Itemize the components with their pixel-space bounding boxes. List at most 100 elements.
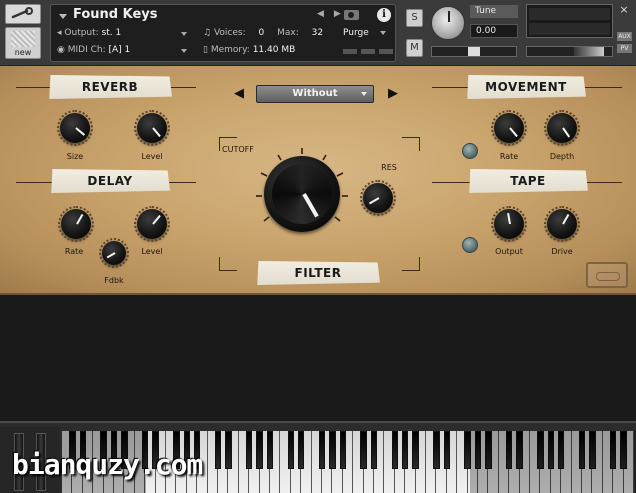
black-key[interactable] <box>391 431 398 469</box>
black-key[interactable] <box>370 431 378 469</box>
cutoff-knob[interactable] <box>256 148 348 232</box>
black-key[interactable] <box>443 431 450 469</box>
tune-knob[interactable] <box>431 6 465 40</box>
movement-title: MOVEMENT <box>467 75 586 99</box>
black-key[interactable] <box>246 431 253 469</box>
filter-frame-bl <box>219 257 237 271</box>
black-key[interactable] <box>287 431 294 469</box>
reverb-level-knob[interactable] <box>134 110 170 146</box>
output-meter-right <box>529 23 610 35</box>
memory-row: ▯ Memory: 11.40 MB <box>203 45 295 55</box>
new-label: new <box>14 48 32 57</box>
movement-rate-label: Rate <box>499 152 519 161</box>
filter-frame-tr <box>402 137 420 151</box>
volume-slider[interactable] <box>526 46 613 57</box>
level-meter-1 <box>343 49 357 54</box>
tape-title: TAPE <box>469 169 588 193</box>
delay-title: DELAY <box>51 169 170 193</box>
filter-frame-br <box>402 257 420 271</box>
delay-rate-knob[interactable] <box>58 206 94 242</box>
aux-button[interactable]: AUX <box>617 32 632 41</box>
black-key[interactable] <box>412 431 419 469</box>
delay-level-label: Level <box>141 247 163 256</box>
black-key[interactable] <box>360 431 367 469</box>
reverb-size-knob[interactable] <box>57 110 93 146</box>
black-key[interactable] <box>329 431 336 469</box>
info-icon[interactable]: i <box>377 8 391 22</box>
black-key[interactable] <box>433 431 440 469</box>
tape-drive-label: Drive <box>551 247 573 256</box>
filter-type-value: Without <box>292 88 338 99</box>
tape-output-label: Output <box>495 247 523 256</box>
midi-value: [A] 1 <box>108 45 131 55</box>
tune-value[interactable]: 0.00 <box>470 24 518 38</box>
output-icon: ◂ <box>57 28 62 38</box>
voices-value: 0 <box>258 28 265 38</box>
pv-button[interactable]: PV <box>617 44 632 53</box>
filter-type-dropdown[interactable]: Without <box>256 85 374 103</box>
output-value: st. 1 <box>101 28 122 38</box>
black-key[interactable] <box>266 431 274 469</box>
reverb-level-label: Level <box>141 152 163 161</box>
voices-label: Voices: <box>213 28 246 38</box>
black-key[interactable] <box>402 431 409 469</box>
watermark-text: bianquzy.com <box>12 448 203 481</box>
movement-led[interactable] <box>462 143 478 159</box>
mute-button[interactable]: M <box>406 39 423 57</box>
delay-fdbk-label: Fdbk <box>104 276 124 285</box>
max-label: Max: <box>277 28 299 38</box>
purge-menu[interactable]: Purge <box>343 28 386 38</box>
black-key[interactable] <box>298 431 305 469</box>
next-preset-arrow-icon[interactable]: ▶ <box>388 86 398 101</box>
midi-dropdown-icon[interactable] <box>181 49 187 53</box>
pan-slider-thumb[interactable] <box>468 47 480 56</box>
wrench-button[interactable] <box>5 4 41 24</box>
purge-dropdown-icon <box>379 30 386 35</box>
volume-slider-fill <box>574 47 604 56</box>
output-meter-left <box>529 8 610 20</box>
pan-slider[interactable] <box>431 46 517 57</box>
midi-icon: ◉ <box>57 45 65 55</box>
tune-label: Tune <box>470 5 518 18</box>
output-dropdown-icon[interactable] <box>181 32 187 36</box>
close-icon[interactable]: × <box>617 3 631 17</box>
tape-output-knob[interactable] <box>491 206 527 242</box>
instrument-panel: REVERB Size Level DELAY Rate Level Fdbk … <box>0 66 636 295</box>
collapse-arrow-icon[interactable] <box>59 14 67 19</box>
delay-rate-label: Rate <box>64 247 84 256</box>
black-key[interactable] <box>318 431 326 469</box>
midi-label: MIDI Ch: <box>67 45 106 55</box>
tape-led[interactable] <box>462 237 478 253</box>
res-knob[interactable] <box>360 180 396 216</box>
dropdown-arrow-icon <box>361 92 367 96</box>
voices-row: ♫ Voices: 0 Max: 32 <box>203 28 323 38</box>
black-key[interactable] <box>214 431 222 469</box>
cassette-icon[interactable] <box>586 262 628 288</box>
output-label: Output: <box>64 28 99 38</box>
instrument-info-box: Found Keys ◀▶ i ◂ Output: st. 1 ◉ MIDI C… <box>50 4 396 62</box>
empty-rack-area <box>0 297 636 421</box>
movement-rate-knob[interactable] <box>491 110 527 146</box>
memory-value: 11.40 MB <box>252 45 296 55</box>
delay-fdbk-knob[interactable] <box>99 238 129 268</box>
movement-depth-knob[interactable] <box>544 110 580 146</box>
solo-button[interactable]: S <box>406 9 423 27</box>
tape-drive-knob[interactable] <box>544 206 580 242</box>
black-key[interactable] <box>225 431 232 469</box>
grid-icon <box>11 31 35 47</box>
camera-icon[interactable] <box>344 10 359 20</box>
delay-level-knob[interactable] <box>134 206 170 242</box>
new-button[interactable]: new <box>5 27 41 59</box>
kontakt-window: new Found Keys ◀▶ i ◂ Output: st. 1 ◉ MI… <box>0 0 636 493</box>
wrench-icon <box>11 7 33 19</box>
black-key[interactable] <box>339 431 346 469</box>
purge-label: Purge <box>343 28 369 38</box>
black-key[interactable] <box>256 431 263 469</box>
instrument-header: new Found Keys ◀▶ i ◂ Output: st. 1 ◉ MI… <box>0 0 636 66</box>
output-row[interactable]: ◂ Output: st. 1 <box>57 28 121 38</box>
res-label: RES <box>381 163 397 172</box>
prev-preset-arrow-icon[interactable]: ◀ <box>234 86 244 101</box>
memory-label: Memory: <box>210 45 250 55</box>
max-value[interactable]: 32 <box>312 28 323 38</box>
midi-row[interactable]: ◉ MIDI Ch: [A] 1 <box>57 45 130 55</box>
